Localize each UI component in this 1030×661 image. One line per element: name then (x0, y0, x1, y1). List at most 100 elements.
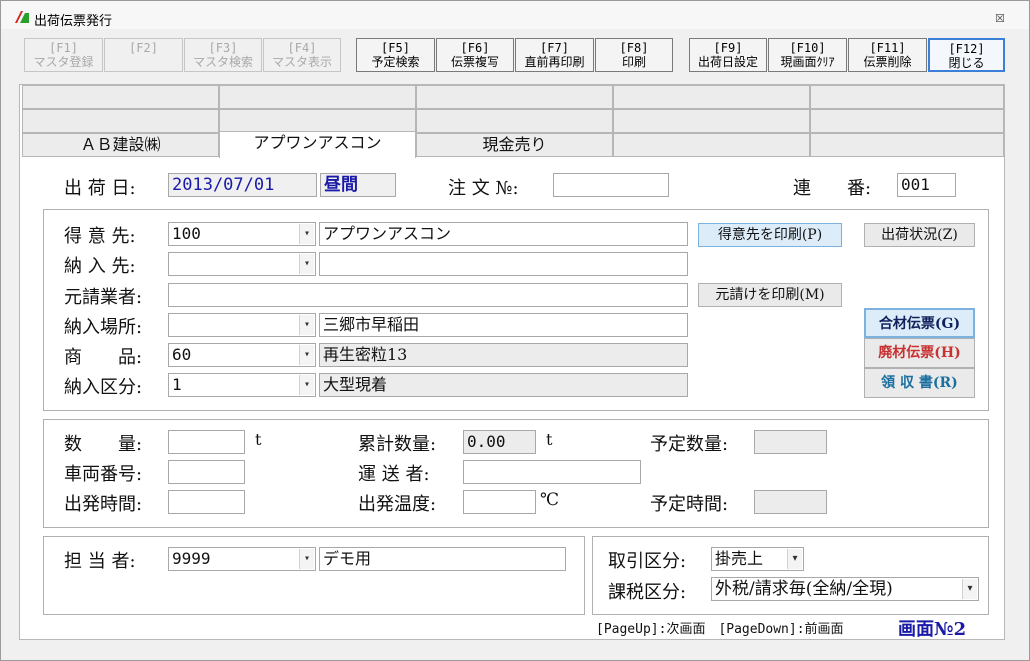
temp-unit: ℃ (540, 490, 560, 510)
delivery-label: 納 入 先: (64, 256, 136, 277)
place-name-field[interactable]: 三郷市早稲田 (319, 313, 688, 337)
vehicle-field[interactable] (168, 460, 245, 484)
order-no-label: 注 文 №: (448, 178, 519, 199)
place-code-select[interactable]: ▾ (168, 313, 316, 337)
product-code-select[interactable]: 60 ▾ (168, 343, 316, 367)
tab-ab-kensetsu[interactable]: ＡＢ建設㈱ (22, 133, 219, 157)
f7-button[interactable]: [F7] 直前再印刷 (515, 38, 594, 72)
staff-name-field[interactable]: デモ用 (319, 547, 566, 571)
chevron-down-icon[interactable]: ▾ (299, 224, 314, 244)
depart-time-field[interactable] (168, 490, 245, 514)
carrier-field[interactable] (463, 460, 641, 484)
fkey-key: [F8] (619, 41, 649, 55)
tab-slot-empty[interactable] (416, 85, 613, 109)
customer-name-field[interactable]: アプワンアスコン (319, 222, 688, 246)
delivery-name-field[interactable] (319, 252, 688, 276)
f1-button[interactable]: [F1] マスタ登録 (24, 38, 103, 72)
tax-select[interactable]: 外税/請求毎(全納/全現) ▾ (711, 577, 979, 601)
tab-slot-empty[interactable] (810, 133, 1004, 157)
tab-cash-sales[interactable]: 現金売り (416, 133, 613, 157)
staff-label: 担 当 者: (64, 551, 136, 572)
f6-button[interactable]: [F6] 伝票複写 (436, 38, 514, 72)
tax-label: 課税区分: (608, 582, 687, 603)
tab-slot-empty[interactable] (416, 109, 613, 133)
chevron-down-icon[interactable]: ▾ (299, 549, 314, 569)
depart-temp-field[interactable] (463, 490, 536, 514)
fkey-label: 伝票複写 (450, 55, 499, 69)
chevron-down-icon[interactable]: ▾ (299, 345, 314, 365)
fkey-key: [F2] (129, 41, 158, 55)
planned-time-label: 予定時間: (650, 494, 729, 515)
fkey-label: 直前再印刷 (524, 55, 585, 69)
cumulative-field: 0.00 (463, 430, 536, 454)
division-code-select[interactable]: 1 ▾ (168, 373, 316, 397)
customer-code-select[interactable]: 100 ▾ (168, 222, 316, 246)
vehicle-label: 車両番号: (64, 464, 143, 485)
tab-slot-empty[interactable] (22, 85, 219, 109)
trade-select[interactable]: 掛売上 ▾ (711, 547, 804, 571)
tab-slot-empty[interactable] (613, 85, 810, 109)
tab-slot-empty[interactable] (810, 85, 1004, 109)
planned-time-field (754, 490, 827, 514)
fkey-key: [F6] (460, 41, 490, 55)
f5-button[interactable]: [F5] 予定検索 (356, 38, 435, 72)
fkey-key: [F12] (948, 42, 985, 56)
fkey-label: 印刷 (621, 55, 646, 69)
receipt-button[interactable]: 領 収 書(R) (864, 368, 975, 398)
trade-label: 取引区分: (608, 551, 687, 572)
chevron-down-icon[interactable]: ▾ (299, 315, 314, 335)
mix-slip-button[interactable]: 合材伝票(G) (864, 308, 975, 338)
tab-slot-empty[interactable] (613, 109, 810, 133)
product-code-value: 60 (172, 345, 192, 364)
f4-button[interactable]: [F4] マスタ表示 (263, 38, 341, 72)
delivery-code-select[interactable]: ▾ (168, 252, 316, 276)
fkey-key: [F11] (869, 41, 906, 55)
f9-button[interactable]: [F9] 出荷日設定 (689, 38, 767, 72)
division-name-field: 大型現着 (319, 373, 688, 397)
window-title: 出荷伝票発行 (34, 14, 113, 29)
product-label: 商 品: (64, 347, 143, 368)
staff-code-value: 9999 (172, 549, 211, 568)
f2-button[interactable]: [F2] (104, 38, 183, 72)
fkey-key: [F7] (540, 41, 569, 55)
tab-slot-empty[interactable] (613, 133, 810, 157)
chevron-down-icon[interactable]: ▾ (787, 549, 802, 569)
depart-time-label: 出発時間: (64, 494, 143, 515)
tab-slot-empty[interactable] (219, 85, 416, 109)
f11-button[interactable]: [F11] 伝票削除 (848, 38, 927, 72)
waste-slip-button[interactable]: 廃材伝票(H) (864, 338, 975, 368)
tab-slot-empty[interactable] (22, 109, 219, 133)
serial-label: 連 番: (793, 178, 872, 199)
title-bar (1, 1, 1029, 29)
f10-button[interactable]: [F10] 現画面ｸﾘｱ (768, 38, 847, 72)
order-no-field[interactable] (553, 173, 669, 197)
tab-slot-empty[interactable] (219, 109, 416, 133)
ship-date-label: 出 荷 日: (64, 178, 136, 199)
division-label: 納入区分: (64, 377, 143, 398)
qty-field[interactable] (168, 430, 245, 454)
serial-field[interactable]: 001 (897, 173, 956, 197)
print-customer-button[interactable]: 得意先を印刷(P) (698, 223, 842, 247)
tab-slot-empty[interactable] (810, 109, 1004, 133)
f3-button[interactable]: [F3] マスタ検索 (184, 38, 262, 72)
staff-code-select[interactable]: 9999 ▾ (168, 547, 316, 571)
close-icon[interactable]: ☒ (995, 12, 1005, 25)
f12-close-button[interactable]: [F12] 閉じる (928, 38, 1005, 72)
time-slot-field[interactable]: 昼間 (320, 173, 396, 197)
place-label: 納入場所: (64, 317, 143, 338)
screen-number: 画面№2 (898, 619, 967, 640)
print-contractor-button[interactable]: 元請けを印刷(M) (698, 283, 842, 307)
tab-apuwan-ascon[interactable]: アプワンアスコン (219, 131, 416, 158)
fkey-key: [F3] (208, 41, 238, 55)
shipment-status-button[interactable]: 出荷状況(Z) (864, 223, 975, 247)
f8-button[interactable]: [F8] 印刷 (595, 38, 673, 72)
fkey-label: 閉じる (948, 56, 985, 70)
chevron-down-icon[interactable]: ▾ (299, 375, 314, 395)
chevron-down-icon[interactable]: ▾ (299, 254, 314, 274)
cumulative-unit: t (546, 430, 553, 449)
ship-date-field[interactable]: 2013/07/01 (168, 173, 317, 197)
chevron-down-icon[interactable]: ▾ (962, 579, 977, 599)
contractor-field[interactable] (168, 283, 688, 307)
customer-label: 得 意 先: (64, 226, 136, 247)
fkey-label: 出荷日設定 (697, 55, 758, 69)
